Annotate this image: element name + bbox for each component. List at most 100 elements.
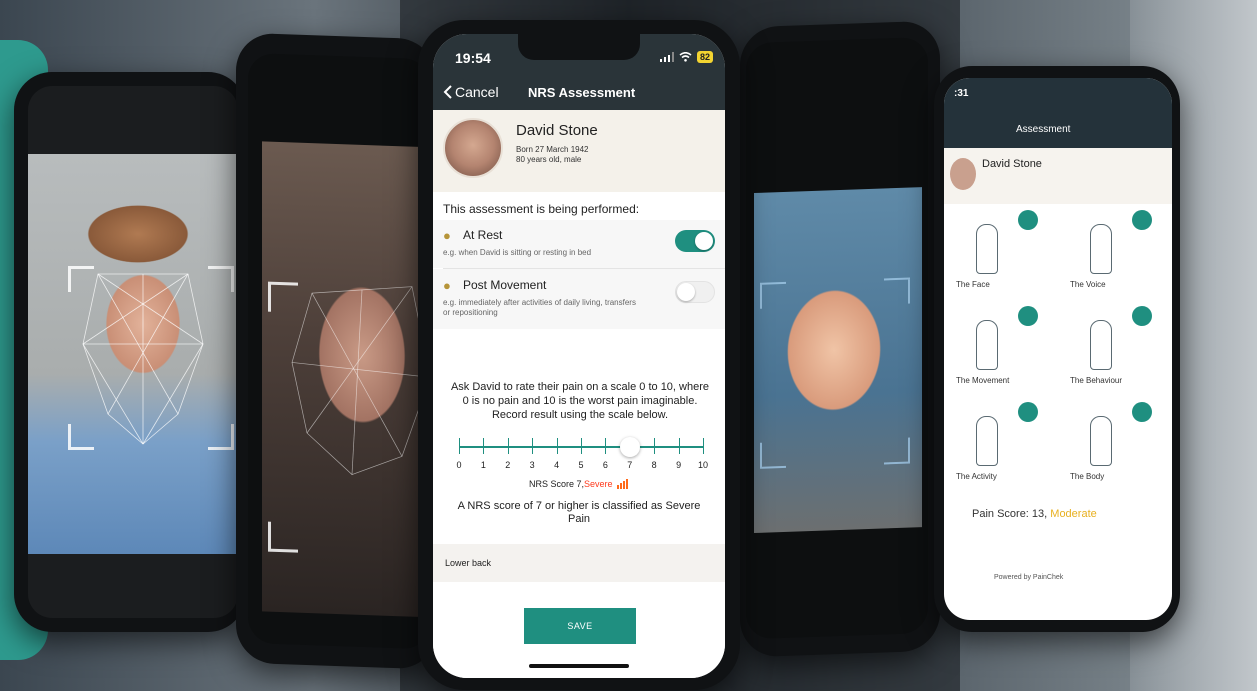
phone-screen [28,86,238,618]
scale-tick [459,438,460,454]
scale-label: 9 [676,460,682,470]
patient-born: Born 27 March 1942 [516,145,589,154]
severity-label: Severe [583,479,613,489]
option-subtitle: e.g. when David is sitting or resting in… [443,248,592,257]
option-title: At Rest [463,228,503,242]
assessment-title: Assessment [1016,124,1071,135]
phone-screen: 19:54 82 Cancel NRS Assessment David Sto… [433,34,725,678]
person-standing-icon: ● [443,228,451,243]
scan-corner-top-left [268,281,298,313]
scale-label: 0 [456,460,462,470]
pain-score-label: Pain Score: 13, [972,508,1048,520]
phone-screen: :31 Assessment David Stone The Face The … [944,78,1172,620]
domain-label: The Movement [956,376,1010,385]
patient-name: David Stone [982,158,1042,170]
domain-label: The Voice [1070,280,1106,289]
powered-by-footer: Powered by PainChek [994,574,1064,581]
pain-location-label: Lower back [445,558,492,568]
option-title: Post Movement [463,278,547,292]
patient-card: David Stone [944,148,1172,204]
body-figure-icon [1090,224,1112,274]
toggle-knob [695,232,713,250]
scan-corner-bottom-right [884,437,910,465]
domain-cell-movement[interactable]: The Movement [948,304,1058,394]
avatar [950,158,976,190]
scan-corner-top-left [760,281,786,309]
pain-score-summary: Pain Score: 13, Moderate [972,508,1097,520]
pain-location-row[interactable]: Lower back [433,544,725,582]
face-photo-elderly-man [28,154,238,554]
scale-tick [605,438,607,454]
assessment-domain-grid: The Face The Voice The Movement The Beha… [944,208,1172,498]
cancel-label: Cancel [455,84,499,100]
check-badge-icon [1132,402,1152,422]
scale-tick [507,438,509,454]
scale-label: 3 [529,460,535,470]
scale-tick [581,438,582,454]
domain-cell-face[interactable]: The Face [948,208,1058,298]
status-time: 19:54 [455,50,491,66]
option-subtitle: e.g. immediately after activities of dai… [443,298,636,317]
scale-tick [556,438,558,454]
option-row-post-movement[interactable]: ● Post Movement e.g. immediately after a… [433,269,725,329]
phone-screen [248,52,430,650]
nrs-scale-thumb[interactable] [619,437,640,457]
pain-score-severity: Moderate [1050,508,1097,520]
option-row-at-rest[interactable]: ● At Rest e.g. when David is sitting or … [433,220,725,268]
check-badge-icon [1018,306,1038,326]
body-figure-icon [1090,320,1112,370]
phone-nrs-assessment: 19:54 82 Cancel NRS Assessment David Sto… [418,20,740,690]
navigation-bar: Cancel NRS Assessment [433,80,725,110]
scale-label: 5 [578,460,584,470]
post-movement-toggle[interactable] [675,281,715,303]
at-rest-toggle[interactable] [675,230,715,252]
body-figure-icon [1090,416,1112,466]
scale-label: 4 [554,460,560,470]
patient-name: David Stone [516,122,598,139]
check-badge-icon [1018,210,1038,230]
phone-facial-scan-elderly-man [14,72,246,632]
face-mesh-overlay [82,273,204,445]
cancel-button[interactable]: Cancel [443,84,499,100]
scale-tick [483,438,485,454]
battery-icon: 82 [696,51,713,63]
body-figure-icon [976,320,998,370]
assessment-header: :31 Assessment [944,78,1172,148]
page-title: NRS Assessment [528,85,636,100]
body-figure-icon [976,416,998,466]
scale-label: 1 [480,460,486,470]
save-button[interactable]: SAVE [524,608,636,644]
scale-label: 8 [651,460,657,470]
patient-card: David Stone Born 27 March 1942 80 years … [433,110,725,192]
domain-cell-activity[interactable]: The Activity [948,400,1058,490]
person-walking-icon: ● [443,278,451,293]
domain-cell-body[interactable]: The Body [1062,400,1172,490]
scale-tick [654,438,656,454]
nrs-score-text: NRS Score 7,Severe [433,479,725,489]
domain-cell-behaviour[interactable]: The Behaviour [1062,304,1172,394]
phone-facial-scan-baby [740,20,940,658]
scan-corner-top-right [884,277,910,305]
check-badge-icon [1132,210,1152,230]
classification-text: A NRS score of 7 or higher is classified… [457,500,701,525]
scan-corner-top-left [68,266,94,292]
wifi-icon [679,52,692,62]
scan-corner-bottom-right [208,424,234,450]
phone-notch [518,34,640,60]
scale-label: 7 [627,460,633,470]
status-icons: 82 [659,51,713,63]
domain-label: The Behaviour [1070,376,1123,385]
nrs-score-label: NRS Score 7, [528,479,584,489]
face-photo-elderly-woman [262,141,430,618]
rating-instructions: Ask David to rate their pain on a scale … [450,381,710,421]
domain-cell-voice[interactable]: The Voice [1062,208,1172,298]
scale-label: 10 [697,460,708,470]
scale-tick [703,438,704,454]
domain-label: The Activity [956,472,997,481]
phone-assessment-overview: :31 Assessment David Stone The Face The … [934,66,1180,632]
status-time: :31 [954,88,969,99]
phone-screen [746,36,928,640]
toggle-knob [677,283,695,301]
scale-tick [678,438,680,454]
scale-label: 2 [505,460,511,470]
